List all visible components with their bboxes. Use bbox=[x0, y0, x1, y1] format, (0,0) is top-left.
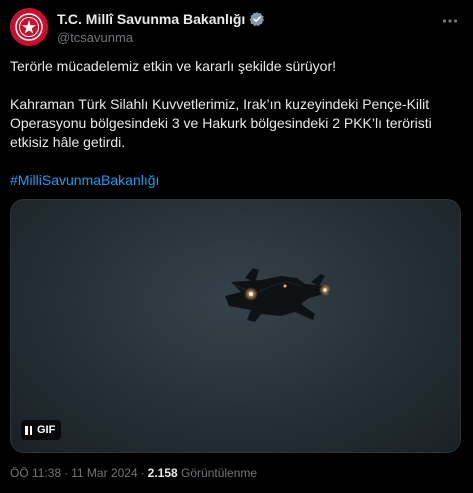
media-gif[interactable]: GIF bbox=[10, 199, 461, 453]
handle[interactable]: @tcsavunma bbox=[57, 30, 133, 45]
tweet-date[interactable]: 11 Mar 2024 bbox=[71, 466, 138, 480]
name-row: T.C. Millî Savunma Bakanlığı bbox=[57, 11, 265, 27]
tweet: T.C. Millî Savunma Bakanlığı @tcsavunma … bbox=[0, 0, 473, 493]
pause-icon[interactable] bbox=[25, 425, 32, 435]
tweet-line-1: Terörle mücadelemiz etkin ve kararlı şek… bbox=[10, 58, 337, 74]
separator: · bbox=[140, 466, 145, 480]
views-label: Görüntülenme bbox=[181, 466, 258, 480]
tweet-line-2: Kahraman Türk Silahlı Kuvvetlerimiz, Ira… bbox=[10, 96, 432, 150]
avatar[interactable] bbox=[10, 8, 48, 46]
tweet-text: Terörle mücadelemiz etkin ve kararlı şek… bbox=[10, 57, 460, 190]
more-options-icon[interactable] bbox=[441, 12, 459, 30]
views-count: 2.158 bbox=[147, 466, 178, 480]
tweet-meta: ÖÖ 11:38 · 11 Mar 2024 · 2.158 Görüntülenme bbox=[10, 466, 257, 480]
gif-badge[interactable]: GIF bbox=[21, 420, 62, 440]
display-name[interactable]: T.C. Millî Savunma Bakanlığı bbox=[57, 11, 245, 27]
fighter-jet-image bbox=[225, 268, 331, 322]
gif-label: GIF bbox=[37, 424, 56, 436]
hashtag-link[interactable]: #MilliSavunmaBakanlığı bbox=[10, 172, 159, 188]
verified-badge-icon bbox=[249, 11, 265, 27]
tweet-time[interactable]: ÖÖ 11:38 bbox=[10, 466, 61, 480]
separator: · bbox=[64, 466, 69, 480]
hashtag-paragraph: #MilliSavunmaBakanlığı bbox=[10, 171, 460, 190]
tweet-header: T.C. Millî Savunma Bakanlığı @tcsavunma bbox=[10, 8, 463, 48]
